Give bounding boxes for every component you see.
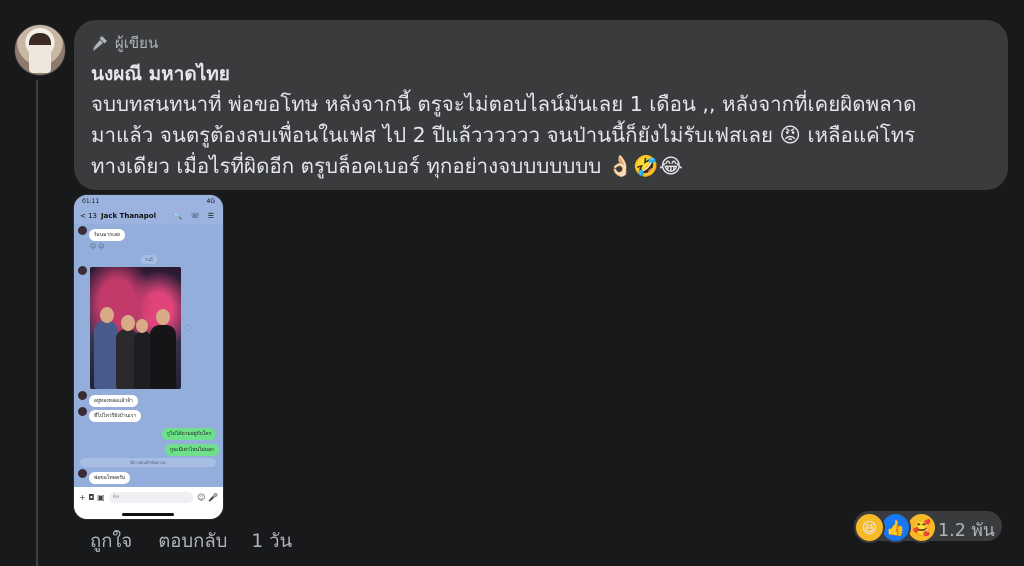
chat-reply: กูไม่ได้ถามอยู่กับใคร [162,428,217,440]
phone-status-bar: 01:11 4G [74,195,223,207]
back-count: < 13 [80,211,97,220]
phone-time: 01:11 [82,197,100,205]
contact-avatar [78,226,87,235]
chat-header-icons: 🔍 ☏ ☰ [173,211,217,220]
reply-button[interactable]: ตอบกลับ [158,527,227,556]
photo-head [156,309,170,325]
contact-avatar [78,407,87,416]
chat-message: ที่ไปไหวรึยังบ้านเรา [89,410,142,422]
avatar[interactable] [14,24,66,76]
photo-person [94,321,118,389]
phone-signal: 4G [206,197,215,205]
photo-person [150,325,176,389]
reaction-summary[interactable]: 😆 👍 🥰 1.2 พัน [854,511,1002,543]
author-name[interactable]: นงผณี มหาดไทย [91,59,230,89]
microphone-icon [91,34,109,52]
like-button[interactable]: ถูกใจ [90,527,132,556]
chat-input-bar: + ◘ ▣ Aa ☺ 🎤 [74,487,223,507]
haha-reaction-icon: 😆 [854,512,885,543]
chat-message: ร้อนมากเลย [89,229,125,241]
attached-screenshot[interactable]: 01:11 4G < 13 Jack Thanapol 🔍 ☏ ☰ ร้อนมา… [73,194,224,520]
input-left-icons: + ◘ ▣ [79,492,105,502]
reaction-count: 1.2 พัน [938,521,995,541]
chat-message: อยู่ทองหล่อแล้วจ้า [89,395,138,407]
chat-sticker: 😊 ☺ [90,243,105,250]
comment-line: มาแล้ว จนตรูต้องลบเพื่อนในเฟส ไป 2 ปีแล้… [91,123,916,147]
thread-line [36,80,38,566]
chat-input-field: Aa [108,491,194,503]
chat-date-chip: วันนี้ [141,255,157,264]
comment-line: ทางเดียว เมื่อไรที่ผิดอีก ตรูบล็อคเบอร์ … [91,154,683,178]
avatar-figure [29,33,51,73]
chat-photo [90,267,181,389]
comment-text: จบบทสนทนาที่ พ่อขอโทษ หลังจากนี้ ตรูจะไม… [91,89,1001,182]
system-message: มีการยกเลิกข้อความ [80,458,216,467]
contact-avatar [78,266,87,275]
chat-reply: กูจะมีเท่าไหนไม่บอก [165,444,219,456]
photo-head [136,319,148,333]
chat-header: < 13 Jack Thanapol 🔍 ☏ ☰ [74,207,223,224]
input-right-icons: ☺ 🎤 [197,492,218,502]
chat-message: พ่อขอโทษครับ [89,472,131,484]
photo-head [121,315,135,331]
author-badge-label: ผู้เขียน [115,34,159,52]
comment-actions: ถูกใจ ตอบกลับ 1 วัน [90,527,292,556]
comment-timestamp[interactable]: 1 วัน [251,527,292,556]
comment-bubble: ผู้เขียน นงผณี มหาดไทย จบบทสนทนาที่ พ่อข… [74,20,1008,190]
home-indicator [74,507,223,519]
share-icon: ◌ [184,323,191,332]
author-badge: ผู้เขียน [91,31,158,55]
contact-avatar [78,469,87,478]
photo-head [100,307,114,323]
contact-avatar [78,391,87,400]
chat-contact-name: Jack Thanapol [101,211,156,220]
comment-line: จบบทสนทนาที่ พ่อขอโทษ หลังจากนี้ ตรูจะไม… [91,92,917,116]
